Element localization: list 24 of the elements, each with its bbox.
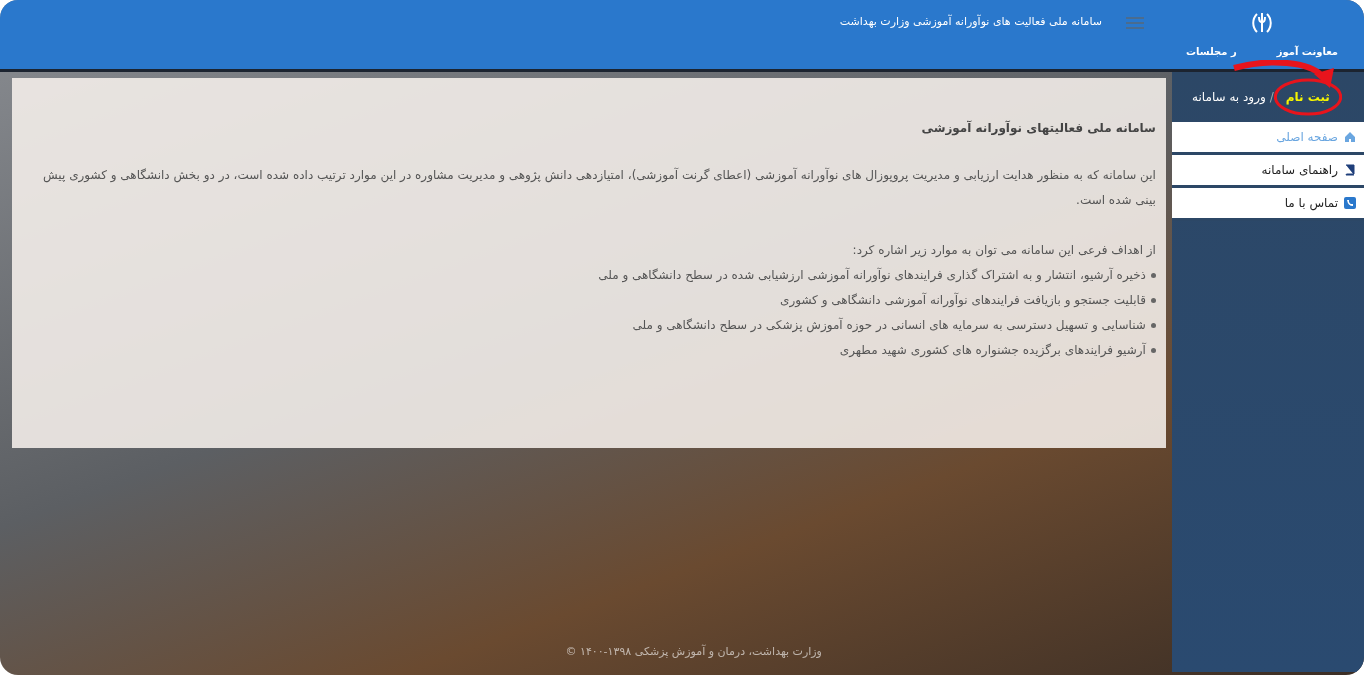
logo-caption: ر مجلسات: [1186, 45, 1237, 59]
goal-item: شناسایی و تسهیل دسترسی به سرمایه های انسانی در حوزه آموزش پزشکی در سطح دانشگاهی و ملی: [632, 316, 1146, 335]
logo-caption: معاونت آموز: [1276, 44, 1338, 59]
goal-item: قابلیت جستجو و بازیافت فرایندهای نوآورانه آموزشی دانشگاهی و کشوری: [780, 291, 1146, 310]
goal-item: ذخیره آرشیو، انتشار و به اشتراک گذاری فرایندهای نوآورانه آموزشی ارزشیابی شده در سطح دانشگاهی و ملی: [598, 266, 1146, 285]
home-icon: [1344, 131, 1356, 143]
book-icon: [1344, 164, 1356, 176]
content-heading: سامانه ملی فعالیتهای نوآورانه آموزشی: [920, 119, 1156, 138]
separator-slash: /: [1269, 89, 1274, 106]
goals-intro: از اهداف فرعی این سامانه می توان به موارد زیر اشاره کرد:: [851, 241, 1156, 260]
site-title: سامانه ملی فعالیت های نوآورانه آموزشی وزارت بهداشت: [839, 14, 1102, 31]
sidebar-item[interactable]: راهنمای سامانه: [1171, 155, 1364, 188]
goal-item: آرشیو فرایندهای برگزیده جشنواره های کشوری شهید مطهری: [839, 341, 1146, 360]
copyright-text: وزارت بهداشت، درمان و آموزش پزشکی ۱۳۹۸-۱۴۰۰ ©: [565, 643, 823, 660]
bullet-icon: [1150, 298, 1156, 304]
intro-paragraph: این سامانه که به منظور هدایت ارزیابی و مدیریت پروپوزال های نوآورانه آموزشی (اعطای گرنت آموزشی)، امتیازدهی دانش پژوهی و مدیریت مشاوره در این موارد ترتیب داده شده است، در دو بخش دانشگاهی و کشوری پیش بینی شده است.: [42, 166, 1156, 210]
menu-icon[interactable]: [1126, 16, 1144, 29]
login-link[interactable]: ورود به سامانه: [1192, 88, 1266, 106]
sidebar-item[interactable]: تماس با ما: [1171, 188, 1364, 221]
bullet-icon: [1150, 348, 1156, 354]
bullet-icon: [1150, 272, 1156, 278]
register-link[interactable]: ثبت نام: [1285, 90, 1330, 104]
bullet-icon: [1150, 323, 1156, 329]
phone-icon: [1344, 197, 1356, 209]
